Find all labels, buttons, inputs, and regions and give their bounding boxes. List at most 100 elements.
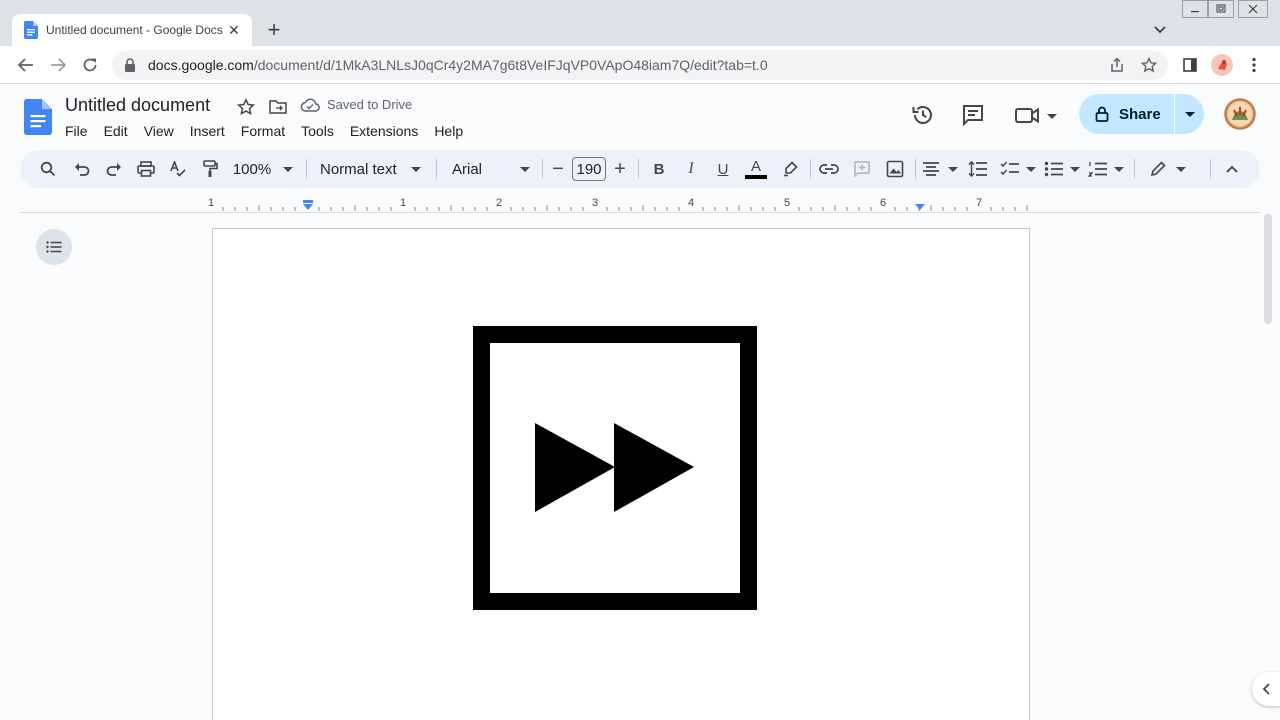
menu-bar: File Edit View Insert Format Tools Exten… — [58, 121, 472, 141]
numbered-list-icon[interactable] — [1088, 157, 1124, 181]
insert-image-icon[interactable] — [883, 157, 907, 181]
menu-file[interactable]: File — [58, 121, 95, 141]
insert-link-icon[interactable] — [817, 157, 841, 181]
horizontal-ruler[interactable]: 1 1 2 3 4 5 6 7 — [20, 196, 1260, 213]
highlight-color-icon[interactable] — [778, 157, 802, 181]
move-folder-icon[interactable] — [268, 97, 288, 117]
profile-avatar[interactable] — [1210, 53, 1234, 77]
browser-tab[interactable]: Untitled document - Google Docs ✕ — [12, 14, 252, 46]
forward-arrow-icon[interactable] — [46, 53, 70, 77]
bold-icon[interactable]: B — [647, 157, 671, 181]
add-comment-icon[interactable] — [850, 157, 874, 181]
browser-tab-strip: Untitled document - Google Docs ✕ + — [0, 0, 1280, 46]
side-panel-icon[interactable] — [1178, 53, 1202, 77]
maximize-window-icon[interactable] — [1208, 0, 1234, 18]
address-bar[interactable]: docs.google.com/document/d/1MkA3LNLsJ0qC… — [112, 50, 1168, 80]
redo-icon[interactable] — [102, 157, 126, 181]
chevron-down-icon[interactable] — [1148, 18, 1172, 42]
toolbar-divider — [436, 159, 437, 179]
search-menus-icon[interactable] — [36, 157, 60, 181]
fast-forward-icon[interactable] — [473, 326, 757, 610]
undo-icon[interactable] — [70, 157, 94, 181]
toolbar-divider — [638, 159, 639, 179]
toolbar-divider — [1134, 159, 1135, 179]
menu-format[interactable]: Format — [234, 121, 292, 141]
close-tab-icon[interactable]: ✕ — [224, 20, 244, 40]
decrease-font-size-icon[interactable]: − — [550, 157, 566, 181]
checklist-icon[interactable] — [1000, 157, 1036, 181]
ruler-ticks: 1 1 2 3 4 5 6 7 — [208, 197, 1028, 211]
lock-icon[interactable] — [124, 58, 136, 72]
chevron-down-icon — [520, 166, 530, 172]
side-panel-toggle-chevron-left-icon[interactable] — [1252, 672, 1280, 706]
chevron-down-icon — [1114, 166, 1124, 172]
right-indent-marker[interactable] — [915, 204, 925, 210]
underline-icon[interactable]: U — [711, 157, 735, 181]
ruler-label: 1 — [208, 197, 214, 209]
font-select[interactable]: Arial — [452, 157, 530, 181]
toolbar-divider — [542, 159, 543, 179]
save-status[interactable]: Saved to Drive — [300, 97, 412, 112]
share-main-button[interactable]: Share — [1079, 94, 1174, 134]
editing-mode-icon[interactable] — [1150, 157, 1186, 181]
google-docs-logo-icon[interactable] — [24, 99, 52, 135]
minimize-window-icon[interactable] — [1182, 0, 1208, 18]
toolbar-divider — [306, 159, 307, 179]
text-color-icon[interactable]: A — [743, 157, 769, 181]
text-color-swatch — [745, 175, 767, 179]
browser-toolbar: docs.google.com/document/d/1MkA3LNLsJ0qC… — [0, 46, 1280, 84]
back-arrow-icon[interactable] — [14, 53, 38, 77]
spellcheck-icon[interactable] — [166, 157, 190, 181]
toolbar-divider — [1210, 159, 1211, 179]
chevron-down-icon — [948, 166, 958, 172]
ruler-label: 7 — [976, 197, 982, 209]
zoom-select[interactable]: 100% — [232, 157, 294, 181]
increase-font-size-icon[interactable]: + — [612, 157, 628, 181]
first-line-indent-marker[interactable] — [303, 200, 313, 203]
hide-menus-chevron-up-icon[interactable] — [1220, 157, 1244, 181]
italic-icon[interactable]: I — [679, 157, 703, 181]
reload-icon[interactable] — [78, 53, 102, 77]
share-label: Share — [1119, 105, 1161, 123]
menu-view[interactable]: View — [137, 121, 181, 141]
align-center-icon[interactable] — [922, 157, 958, 181]
save-status-label: Saved to Drive — [327, 97, 413, 112]
star-icon[interactable] — [236, 97, 256, 117]
menu-extensions[interactable]: Extensions — [343, 121, 425, 141]
paragraph-style-select[interactable]: Normal text — [320, 157, 424, 181]
paint-format-icon[interactable] — [198, 157, 222, 181]
docs-header: Untitled document Saved to Drive File Ed… — [0, 85, 1280, 147]
left-indent-marker[interactable] — [303, 204, 313, 210]
share-button[interactable]: Share — [1079, 94, 1204, 134]
menu-edit[interactable]: Edit — [97, 121, 135, 141]
bulleted-list-icon[interactable] — [1044, 157, 1080, 181]
toolbar-divider — [915, 159, 916, 179]
print-icon[interactable] — [134, 157, 158, 181]
document-title[interactable]: Untitled document — [65, 95, 210, 116]
menu-help[interactable]: Help — [427, 121, 470, 141]
ruler-label: 6 — [880, 197, 886, 209]
google-docs-favicon-icon — [24, 21, 38, 39]
share-dropdown-icon[interactable] — [1175, 94, 1204, 134]
line-spacing-icon[interactable] — [966, 157, 990, 181]
share-page-icon[interactable] — [1106, 54, 1128, 76]
menu-tools[interactable]: Tools — [294, 121, 341, 141]
comments-icon[interactable] — [960, 102, 986, 128]
font-size-input[interactable]: 190 — [572, 157, 606, 181]
vertical-scrollbar[interactable] — [1264, 214, 1272, 324]
chevron-down-icon — [1026, 166, 1036, 172]
version-history-icon[interactable] — [910, 102, 936, 128]
chevron-down-icon — [283, 166, 294, 172]
zoom-value: 100% — [232, 160, 272, 178]
browser-menu-icon[interactable] — [1242, 53, 1266, 77]
close-window-icon[interactable] — [1238, 0, 1268, 18]
document-outline-icon[interactable] — [36, 229, 72, 265]
menu-insert[interactable]: Insert — [183, 121, 232, 141]
new-tab-icon[interactable]: + — [262, 17, 286, 42]
meet-video-icon[interactable] — [1014, 102, 1058, 128]
tab-title: Untitled document - Google Docs — [46, 23, 223, 37]
user-avatar[interactable] — [1224, 98, 1256, 130]
url-text: docs.google.com/document/d/1MkA3LNLsJ0qC… — [148, 57, 768, 73]
bookmark-star-icon[interactable] — [1138, 54, 1160, 76]
document-page[interactable] — [212, 228, 1030, 720]
